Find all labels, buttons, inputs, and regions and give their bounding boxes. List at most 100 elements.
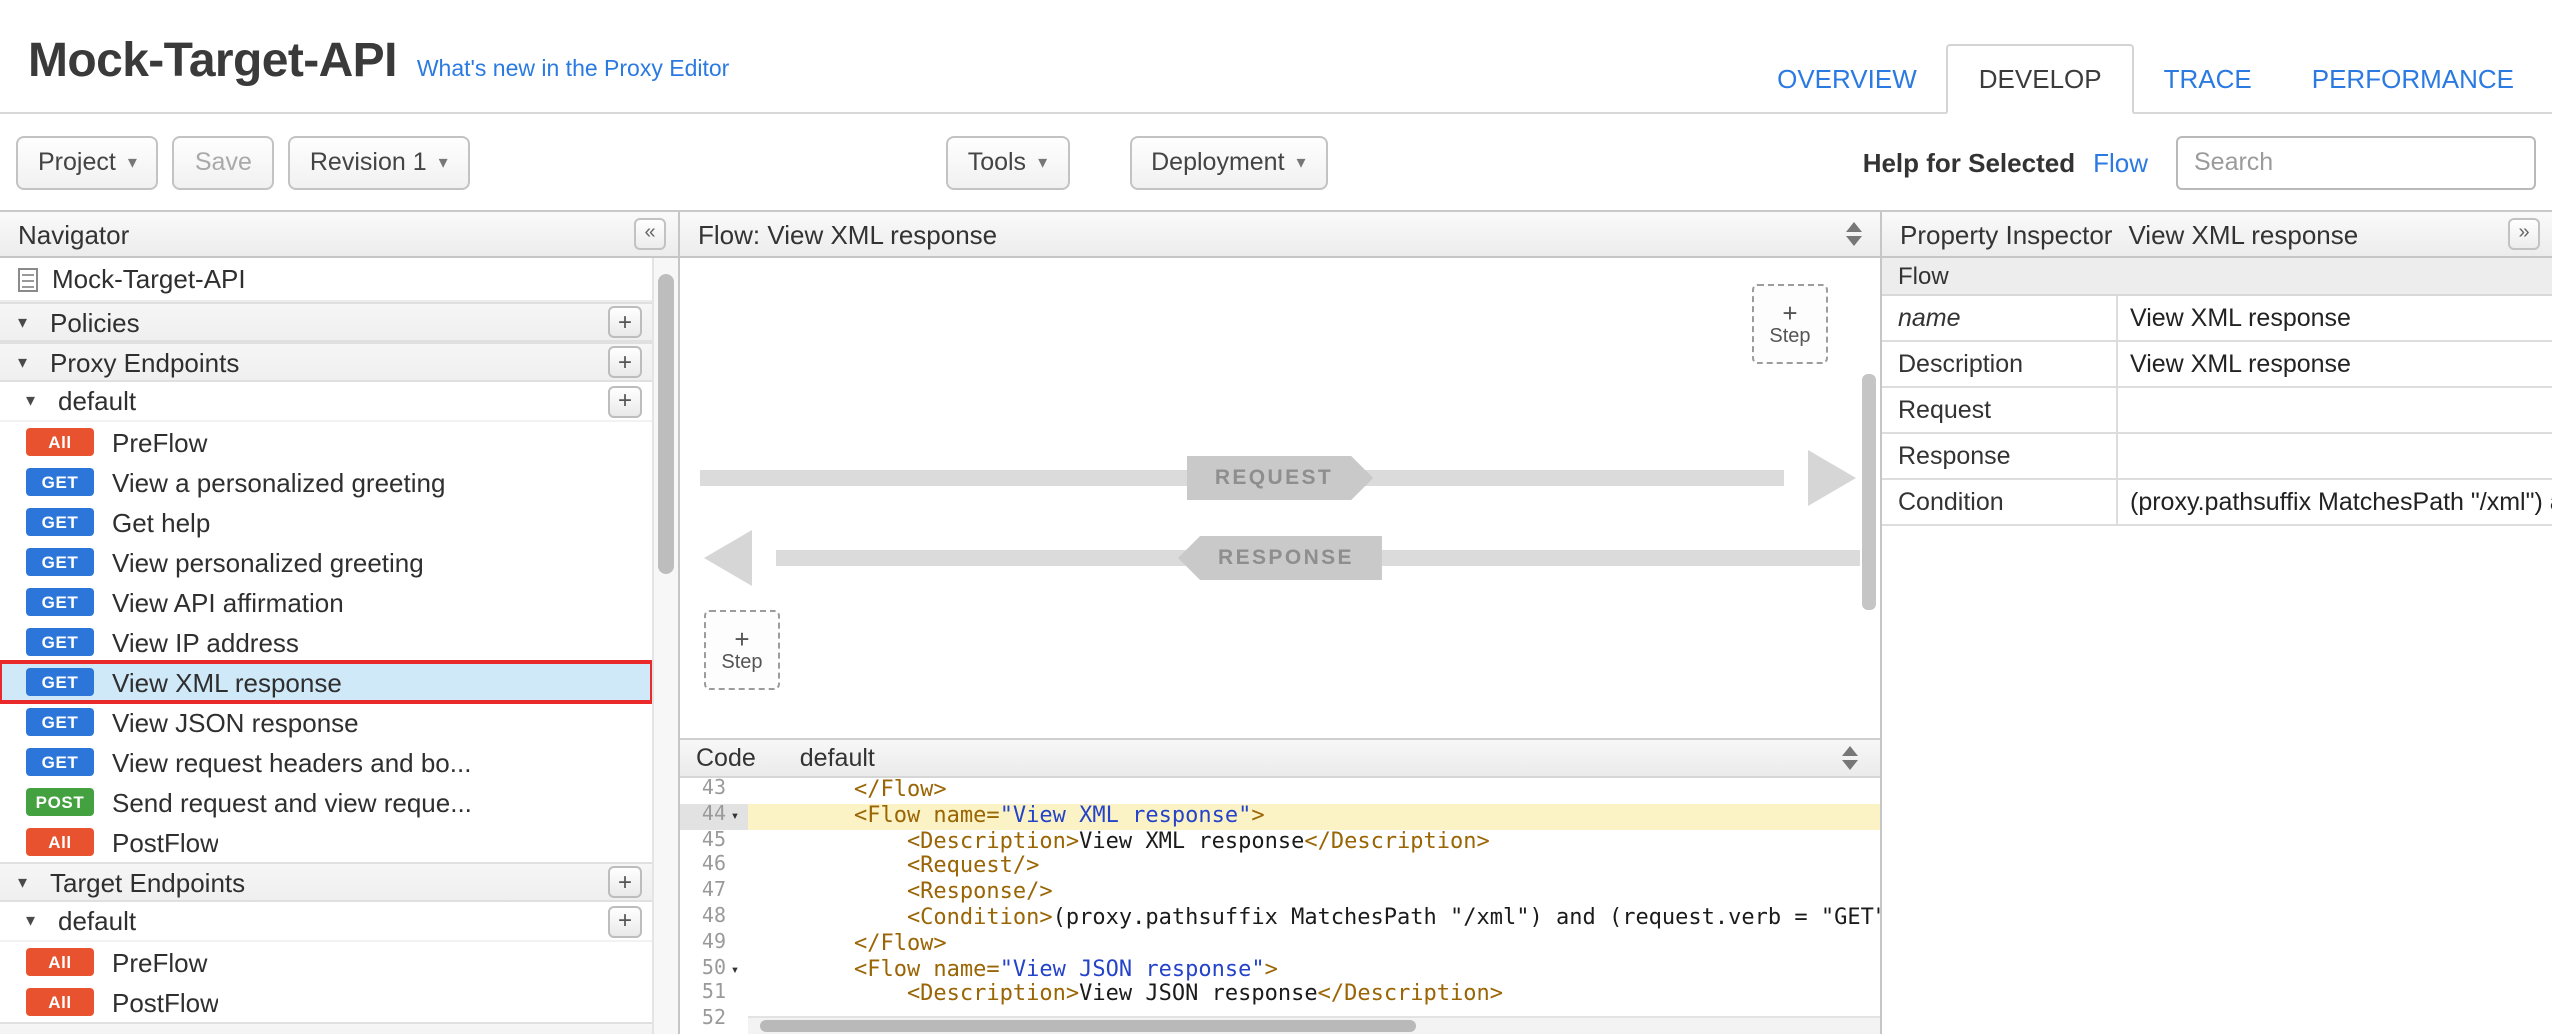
code-text: <Flow name="View JSON response"> [748, 957, 1880, 983]
navigator-proxy-default-group[interactable]: ▾ default + [0, 382, 652, 422]
property-row-request: Request [1882, 388, 2552, 434]
chevron-down-icon [1846, 236, 1862, 246]
code-editor[interactable]: 43 </Flow> 44▾ <Flow name="View XML resp… [680, 778, 1880, 1034]
navigator-section-policies[interactable]: ▾ Policies + [0, 302, 652, 342]
code-horizontal-scrollbar[interactable] [760, 1020, 1417, 1032]
navigator-section-resources[interactable]: ▾ Resources [0, 1022, 652, 1034]
target-flow-item-postflow[interactable]: All PostFlow [0, 982, 652, 1022]
property-value[interactable]: (proxy.pathsuffix MatchesPath "/xml") an… [2118, 480, 2552, 524]
method-badge: GET [26, 748, 94, 776]
property-label: Condition [1882, 480, 2118, 524]
add-step-button-bottom[interactable]: + Step [704, 610, 780, 690]
add-proxy-endpoint-button[interactable]: + [608, 346, 642, 378]
code-tab[interactable]: Code [696, 744, 756, 772]
navigator-section-target-endpoints[interactable]: ▾ Target Endpoints + [0, 862, 652, 902]
fold-arrow-icon[interactable]: ▾ [726, 957, 744, 983]
property-value[interactable] [2118, 388, 2552, 432]
tools-menu-button[interactable]: Tools ▾ [946, 135, 1069, 189]
flow-item-postflow[interactable]: All PostFlow [0, 822, 652, 862]
group-label: default [58, 386, 594, 416]
title-block: Mock-Target-API What's new in the Proxy … [28, 34, 729, 90]
line-number: 46 [702, 855, 726, 881]
flow-item-view-json-response[interactable]: GET View JSON response [0, 702, 652, 742]
code-line-44[interactable]: 44▾ <Flow name="View XML response"> [680, 804, 1880, 830]
flow-item-send-request[interactable]: POST Send request and view reque... [0, 782, 652, 822]
code-line-48[interactable]: 48 <Condition>(proxy.pathsuffix MatchesP… [680, 906, 1880, 932]
help-flow-link[interactable]: Flow [2093, 147, 2148, 177]
tab-overview[interactable]: OVERVIEW [1747, 46, 1947, 112]
collapse-inspector-button[interactable]: » [2508, 218, 2540, 250]
navigator-section-proxy-endpoints[interactable]: ▾ Proxy Endpoints + [0, 342, 652, 382]
revision-menu-button[interactable]: Revision 1 ▾ [288, 135, 470, 189]
navigator-scrollbar[interactable] [658, 274, 674, 574]
code-horizontal-scrollbar-track [748, 1016, 1880, 1034]
add-target-endpoint-button[interactable]: + [608, 866, 642, 898]
property-value[interactable]: View XML response [2118, 342, 2552, 386]
search-input[interactable] [2176, 135, 2536, 189]
collapse-triangle-icon[interactable]: ▾ [26, 910, 44, 932]
add-policy-button[interactable]: + [608, 306, 642, 338]
tools-label: Tools [968, 148, 1026, 176]
collapse-code-panel-icon[interactable] [1836, 746, 1864, 770]
line-number: 51 [702, 983, 726, 1009]
deployment-menu-button[interactable]: Deployment ▾ [1129, 135, 1327, 189]
request-flow-track: REQUEST [680, 456, 1880, 500]
code-line-45[interactable]: 45 <Description>View XML response</Descr… [680, 829, 1880, 855]
add-flow-button[interactable]: + [608, 905, 642, 937]
whats-new-link[interactable]: What's new in the Proxy Editor [417, 58, 729, 82]
flow-item-view-personalized-greeting[interactable]: GET View personalized greeting [0, 542, 652, 582]
method-badge: All [26, 428, 94, 456]
proxy-editor-app: Mock-Target-API What's new in the Proxy … [0, 0, 2552, 1034]
chevron-up-icon [1842, 746, 1858, 756]
navigator-root-item[interactable]: Mock-Target-API [0, 258, 652, 302]
collapse-navigator-button[interactable]: « [634, 218, 666, 250]
collapse-triangle-icon[interactable]: ▾ [18, 311, 36, 333]
flow-item-get-help[interactable]: GET Get help [0, 502, 652, 542]
property-inspector-header: Property Inspector View XML response » [1882, 212, 2552, 258]
add-flow-button[interactable]: + [608, 385, 642, 417]
toolbar: Project ▾ Save Revision 1 ▾ Tools ▾ Depl… [0, 114, 2552, 210]
flow-item-view-request-headers[interactable]: GET View request headers and bo... [0, 742, 652, 782]
tab-trace[interactable]: TRACE [2134, 46, 2282, 112]
flow-item-preflow[interactable]: All PreFlow [0, 422, 652, 462]
code-text: </Flow> [748, 932, 1880, 958]
add-step-button-top[interactable]: + Step [1752, 284, 1828, 364]
collapse-triangle-icon[interactable]: ▾ [18, 871, 36, 893]
flow-label: View XML response [112, 667, 342, 697]
flow-item-view-xml-response[interactable]: GET View XML response [0, 662, 652, 702]
navigator-body: Mock-Target-API ▾ Policies + ▾ Proxy End… [0, 258, 678, 1034]
code-line-51[interactable]: 51 <Description>View JSON response</Desc… [680, 983, 1880, 1009]
property-value[interactable]: View XML response [2118, 296, 2552, 340]
flow-item-view-api-affirmation[interactable]: GET View API affirmation [0, 582, 652, 622]
code-line-46[interactable]: 46 <Request/> [680, 855, 1880, 881]
save-button[interactable]: Save [173, 135, 274, 189]
flow-label: View JSON response [112, 707, 359, 737]
code-line-43[interactable]: 43 </Flow> [680, 778, 1880, 804]
flow-item-view-a-personalized-greeting[interactable]: GET View a personalized greeting [0, 462, 652, 502]
code-line-50[interactable]: 50▾ <Flow name="View JSON response"> [680, 957, 1880, 983]
request-label: REQUEST [1187, 456, 1373, 500]
main-tabs: OVERVIEW DEVELOP TRACE PERFORMANCE [1747, 44, 2544, 112]
page-title: Mock-Target-API [28, 34, 397, 90]
tab-develop[interactable]: DEVELOP [1947, 44, 2134, 114]
line-number: 50 [702, 957, 726, 983]
section-label: Policies [50, 307, 594, 337]
flow-scrollbar[interactable] [1862, 374, 1876, 610]
code-text: <Request/> [748, 855, 1880, 881]
collapse-flow-panel-icon[interactable] [1840, 222, 1868, 246]
code-line-49[interactable]: 49 </Flow> [680, 932, 1880, 958]
target-flow-item-preflow[interactable]: All PreFlow [0, 942, 652, 982]
code-endpoint-tab[interactable]: default [800, 744, 875, 772]
project-menu-button[interactable]: Project ▾ [16, 135, 159, 189]
code-line-47[interactable]: 47 <Response/> [680, 880, 1880, 906]
tab-performance[interactable]: PERFORMANCE [2282, 46, 2544, 112]
fold-arrow-icon[interactable]: ▾ [726, 804, 744, 830]
property-value[interactable] [2118, 434, 2552, 478]
line-number-gutter: 44▾ [680, 804, 748, 830]
collapse-triangle-icon[interactable]: ▾ [26, 390, 44, 412]
navigator-target-default-group[interactable]: ▾ default + [0, 902, 652, 942]
collapse-triangle-icon[interactable]: ▾ [18, 351, 36, 373]
flow-panel-header: Flow: View XML response [680, 212, 1880, 258]
code-text: <Description>View XML response</Descript… [748, 829, 1880, 855]
flow-item-view-ip-address[interactable]: GET View IP address [0, 622, 652, 662]
